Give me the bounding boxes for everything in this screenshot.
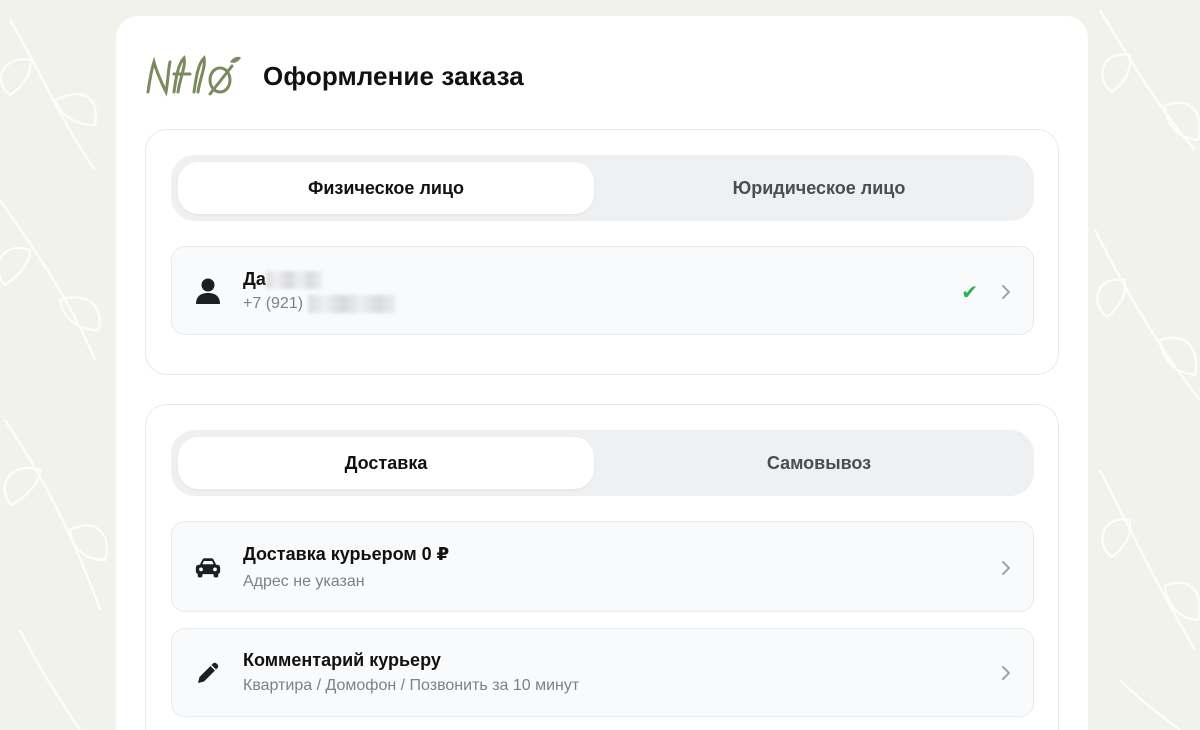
- redacted-phone: [307, 295, 396, 313]
- redacted-name: [265, 271, 322, 290]
- page-header: Nflo Оформление заказа: [144, 48, 524, 104]
- tab-delivery[interactable]: Доставка: [178, 437, 594, 489]
- tab-legal-entity[interactable]: Юридическое лицо: [611, 162, 1027, 214]
- courier-comment-title: Комментарий курьеру: [243, 650, 441, 670]
- contact-phone: +7 (921): [243, 295, 396, 313]
- brand-logo: [146, 55, 241, 97]
- customer-type-switch: Физическое лицо Юридическое лицо: [171, 155, 1034, 221]
- contact-name: Да: [243, 269, 322, 290]
- tab-pickup[interactable]: Самовывоз: [611, 437, 1027, 489]
- chevron-right-icon: [1002, 285, 1010, 299]
- courier-delivery-row[interactable]: Доставка курьером 0 ₽ Адрес не указан: [171, 521, 1034, 612]
- car-icon: [194, 554, 222, 582]
- check-icon: ✔: [961, 282, 978, 304]
- tab-individual[interactable]: Физическое лицо: [178, 162, 594, 214]
- user-icon: [194, 277, 222, 305]
- pencil-icon: [194, 659, 222, 687]
- chevron-right-icon: [1002, 666, 1010, 680]
- checkout-card: Nflo Оформление заказа Физическое лицо Ю…: [116, 16, 1088, 730]
- courier-comment-placeholder: Квартира / Домофон / Позвонить за 10 мин…: [243, 677, 580, 694]
- courier-comment-row[interactable]: Комментарий курьеру Квартира / Домофон /…: [171, 628, 1034, 717]
- delivery-section: Доставка Самовывоз Доставка курьером 0 ₽…: [145, 404, 1059, 730]
- page-title: Оформление заказа: [263, 60, 524, 91]
- delivery-type-switch: Доставка Самовывоз: [171, 430, 1034, 496]
- chevron-right-icon: [1002, 561, 1010, 575]
- delivery-address-status: Адрес не указан: [243, 573, 365, 590]
- customer-section: Физическое лицо Юридическое лицо Да +7 (…: [145, 129, 1059, 375]
- courier-delivery-title: Доставка курьером 0 ₽: [243, 544, 450, 564]
- contact-row[interactable]: Да +7 (921) ✔: [171, 246, 1034, 335]
